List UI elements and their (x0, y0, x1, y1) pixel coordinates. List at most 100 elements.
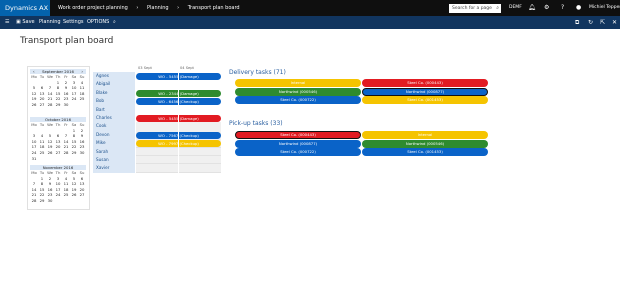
delivery-tasks-heading: Delivery tasks (71) (229, 69, 286, 76)
calendar-grid: Mo Tu We Th Fr Sa Su 1 2 3 4 5 6 7 8 9 10 11 12 13 14 15 16 17 1… (30, 170, 86, 204)
grid-menu-icon[interactable]: ☰ (5, 16, 9, 29)
calendar-day (70, 102, 78, 108)
resource-name[interactable]: Bart (93, 106, 135, 114)
calendar-day[interactable]: 29 (38, 198, 46, 204)
calendar-month-label: October 2016 (44, 117, 72, 122)
avatar-icon[interactable]: ● (576, 0, 581, 16)
calendar-month-header: October 2016 (30, 117, 86, 122)
delivery-task-pill[interactable]: Northwind (000546) (235, 87, 361, 96)
calendar-day[interactable]: 26 (30, 102, 38, 108)
search-icon[interactable]: ⌕ (496, 4, 499, 13)
office-icon[interactable]: ⧉ (575, 16, 579, 29)
pickup-task-pill[interactable]: Steel Co. (001453) (362, 148, 488, 156)
calendar-day[interactable]: 30 (46, 198, 54, 204)
resource-name[interactable]: Devon (93, 131, 135, 139)
open-new-icon[interactable]: ⇱ (600, 16, 605, 29)
resource-name[interactable]: Cook (93, 122, 135, 130)
calendar-day (78, 156, 86, 162)
breadcrumb-item-planning[interactable]: Planning (147, 5, 169, 11)
calendar-grid: Mo Tu We Th Fr Sa Su 1 2 3 4 5 6 7 8 9 10 11 12 13 14 15 16 17 1… (30, 74, 86, 108)
pickup-task-pill[interactable]: Steel Co. (000443) (235, 131, 361, 139)
breadcrumb-item-current[interactable]: Transport plan board (188, 5, 240, 11)
resource-name[interactable]: Sarah (93, 148, 135, 156)
delivery-task-pill[interactable]: Steel Co. (001453) (362, 96, 488, 104)
breadcrumb-item-work-order[interactable]: Work order project planning (58, 5, 128, 11)
close-icon[interactable]: ✕ (612, 16, 617, 29)
company-selector[interactable]: DEMF (509, 0, 522, 16)
calendar-month-label: November 2016 (42, 165, 74, 170)
resource-name[interactable]: Abigail (93, 80, 135, 88)
breadcrumb-separator: › (177, 5, 180, 11)
resource-name[interactable]: Agnes (93, 72, 135, 80)
calendar-day[interactable]: 27 (38, 102, 46, 108)
calendar-day (54, 156, 62, 162)
calendar-day (46, 156, 54, 162)
options-tab[interactable]: OPTIONS (87, 16, 109, 29)
search-placeholder: Search for a page (452, 6, 492, 11)
calendar-day[interactable]: 28 (30, 198, 38, 204)
resource-name[interactable]: Charles (93, 114, 135, 122)
breadcrumb-separator: › (136, 5, 139, 11)
calendar-month-label: September 2016 (42, 69, 74, 74)
calendar-day (38, 156, 46, 162)
delivery-tasks-count: (71) (273, 69, 286, 76)
delivery-task-pill[interactable]: Northwind (000877) (362, 87, 488, 96)
date-header: 04 Sept (180, 66, 194, 70)
save-label: Save (22, 19, 35, 25)
settings-tab[interactable]: Settings (63, 16, 84, 29)
pickup-task-pill[interactable]: Northwind (000546) (362, 139, 488, 148)
gear-icon[interactable]: ⚙ (544, 0, 549, 16)
pickup-tasks-title: Pick-up tasks (229, 120, 269, 127)
day-divider (178, 72, 179, 173)
calendar-day (78, 198, 86, 204)
global-search-input[interactable]: Search for a page ⌕ (449, 4, 501, 13)
pickup-tasks-count: (33) (270, 120, 283, 127)
calendar-day[interactable]: 31 (30, 156, 38, 162)
calendar-day (62, 198, 70, 204)
calendar-day[interactable]: 29 (54, 102, 62, 108)
top-nav-bar: Dynamics AX Work order project planning … (0, 0, 620, 16)
save-icon: ▣ (16, 19, 21, 25)
pickup-task-pill[interactable]: Steel Co. (000722) (235, 148, 361, 156)
pickup-task-pill[interactable]: Internal (362, 131, 488, 139)
calendar-day (70, 156, 78, 162)
resource-list: Agnes Abigail Blake Bob Bart Charles Cook Devon… (93, 72, 135, 173)
resource-name[interactable]: Blake (93, 89, 135, 97)
search-icon[interactable]: ⌕ (113, 16, 116, 29)
action-bar: ☰ ▣ Save Planning Settings OPTIONS ⌕ ⧉ ↻… (0, 16, 620, 29)
calendar-october: October 2016 Mo Tu We Th Fr Sa Su 1 2 3 4 5 6 7 8 9 10 11 1… (30, 117, 86, 161)
page-title: Transport plan board (20, 36, 114, 46)
bell-icon[interactable]: 🔔︎ (528, 0, 536, 16)
user-name[interactable]: Michiel Teppers (589, 0, 620, 16)
calendar-september: ‹ › September 2016 Mo Tu We Th Fr Sa Su 1 2 3 4 5 6 7 8 9 1… (30, 69, 86, 108)
calendar-day (70, 198, 78, 204)
delivery-task-pill[interactable]: Internal (235, 79, 361, 87)
resource-name[interactable]: Bob (93, 97, 135, 105)
delivery-task-pill[interactable]: Steel Co. (000722) (235, 96, 361, 104)
calendar-november: November 2016 Mo Tu We Th Fr Sa Su 1 2 3 4 5 6 7 8 9 10 11… (30, 165, 86, 204)
refresh-icon[interactable]: ↻ (588, 16, 593, 29)
delivery-tasks-title: Delivery tasks (229, 69, 272, 76)
pickup-tasks-heading: Pick-up tasks (33) (229, 120, 283, 127)
calendar-day[interactable]: 28 (46, 102, 54, 108)
pickup-task-pill[interactable]: Northwind (000877) (235, 139, 361, 148)
resource-name[interactable]: Xavier (93, 164, 135, 172)
app-title[interactable]: Dynamics AX (0, 0, 50, 16)
save-button[interactable]: ▣ Save (16, 16, 35, 29)
calendar-day[interactable]: 30 (62, 102, 70, 108)
resource-name[interactable]: Mike (93, 139, 135, 147)
calendar-month-header: November 2016 (30, 165, 86, 170)
breadcrumb: Work order project planning › Planning ›… (58, 0, 247, 16)
calendar-day (54, 198, 62, 204)
date-header: 03 Sept (138, 66, 152, 70)
chevron-left-icon[interactable]: ‹ (33, 69, 35, 74)
calendar-day (78, 102, 86, 108)
calendar-day (62, 156, 70, 162)
calendar-grid: Mo Tu We Th Fr Sa Su 1 2 3 4 5 6 7 8 9 10 11 12 13 14 15 16 17 1… (30, 122, 86, 161)
chevron-right-icon[interactable]: › (81, 69, 83, 74)
resource-name[interactable]: Susan (93, 156, 135, 164)
help-icon[interactable]: ? (561, 0, 564, 16)
planning-tab[interactable]: Planning (39, 16, 61, 29)
calendar-month-header: ‹ › September 2016 (30, 69, 86, 74)
delivery-task-pill[interactable]: Steel Co. (000443) (362, 79, 488, 87)
